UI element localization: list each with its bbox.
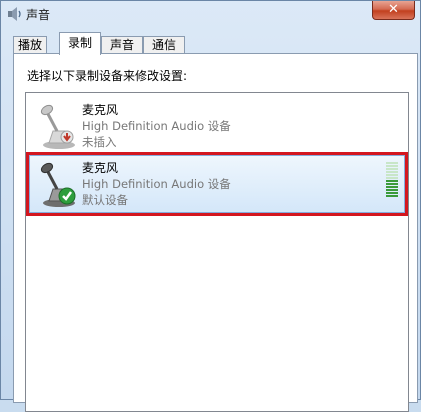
level-segment xyxy=(386,192,398,194)
level-segment xyxy=(386,165,398,167)
instruction-text: 选择以下录制设备来修改设置: xyxy=(27,69,188,83)
level-segment xyxy=(386,171,398,173)
device-list[interactable]: 麦克风 High Definition Audio 设备 未插入 麦克风 Hig… xyxy=(25,92,409,412)
level-segment xyxy=(386,195,398,197)
level-segment xyxy=(386,162,398,164)
level-segment xyxy=(386,177,398,179)
sound-dialog: 声音 ✕ 播放 录制 声音 通信 选择以下录制设备来修改设置: 麦克风 High… xyxy=(0,0,421,412)
device-status: 未插入 xyxy=(82,135,117,149)
level-segment xyxy=(386,174,398,176)
level-segment xyxy=(386,183,398,185)
title-bar[interactable]: 声音 ✕ xyxy=(1,1,420,27)
tab-communications[interactable]: 通信 xyxy=(143,36,185,54)
device-item-microphone-unplugged[interactable]: 麦克风 High Definition Audio 设备 未插入 xyxy=(27,95,407,153)
audio-level-meter xyxy=(386,162,398,198)
speaker-icon xyxy=(8,7,21,21)
device-description: High Definition Audio 设备 xyxy=(82,119,231,133)
device-description: High Definition Audio 设备 xyxy=(82,177,231,191)
window-title: 声音 xyxy=(26,8,51,22)
level-segment xyxy=(386,189,398,191)
level-segment xyxy=(386,168,398,170)
device-item-microphone-default[interactable]: 麦克风 High Definition Audio 设备 默认设备 xyxy=(29,155,405,213)
tab-playback[interactable]: 播放 xyxy=(13,36,47,54)
device-name: 麦克风 xyxy=(82,103,119,117)
microphone-unplugged-icon xyxy=(40,104,75,149)
close-button[interactable]: ✕ xyxy=(372,1,415,20)
selection-highlight: 麦克风 High Definition Audio 设备 默认设备 xyxy=(26,152,408,216)
tab-recording[interactable]: 录制 xyxy=(59,32,101,55)
level-segment xyxy=(386,186,398,188)
level-segment xyxy=(386,180,398,182)
tab-panel: 选择以下录制设备来修改设置: 麦克风 High Definition Audio… xyxy=(13,53,418,412)
device-status: 默认设备 xyxy=(82,193,128,207)
microphone-default-icon xyxy=(40,162,76,207)
device-name: 麦克风 xyxy=(82,161,119,175)
tab-sounds[interactable]: 声音 xyxy=(101,36,143,54)
